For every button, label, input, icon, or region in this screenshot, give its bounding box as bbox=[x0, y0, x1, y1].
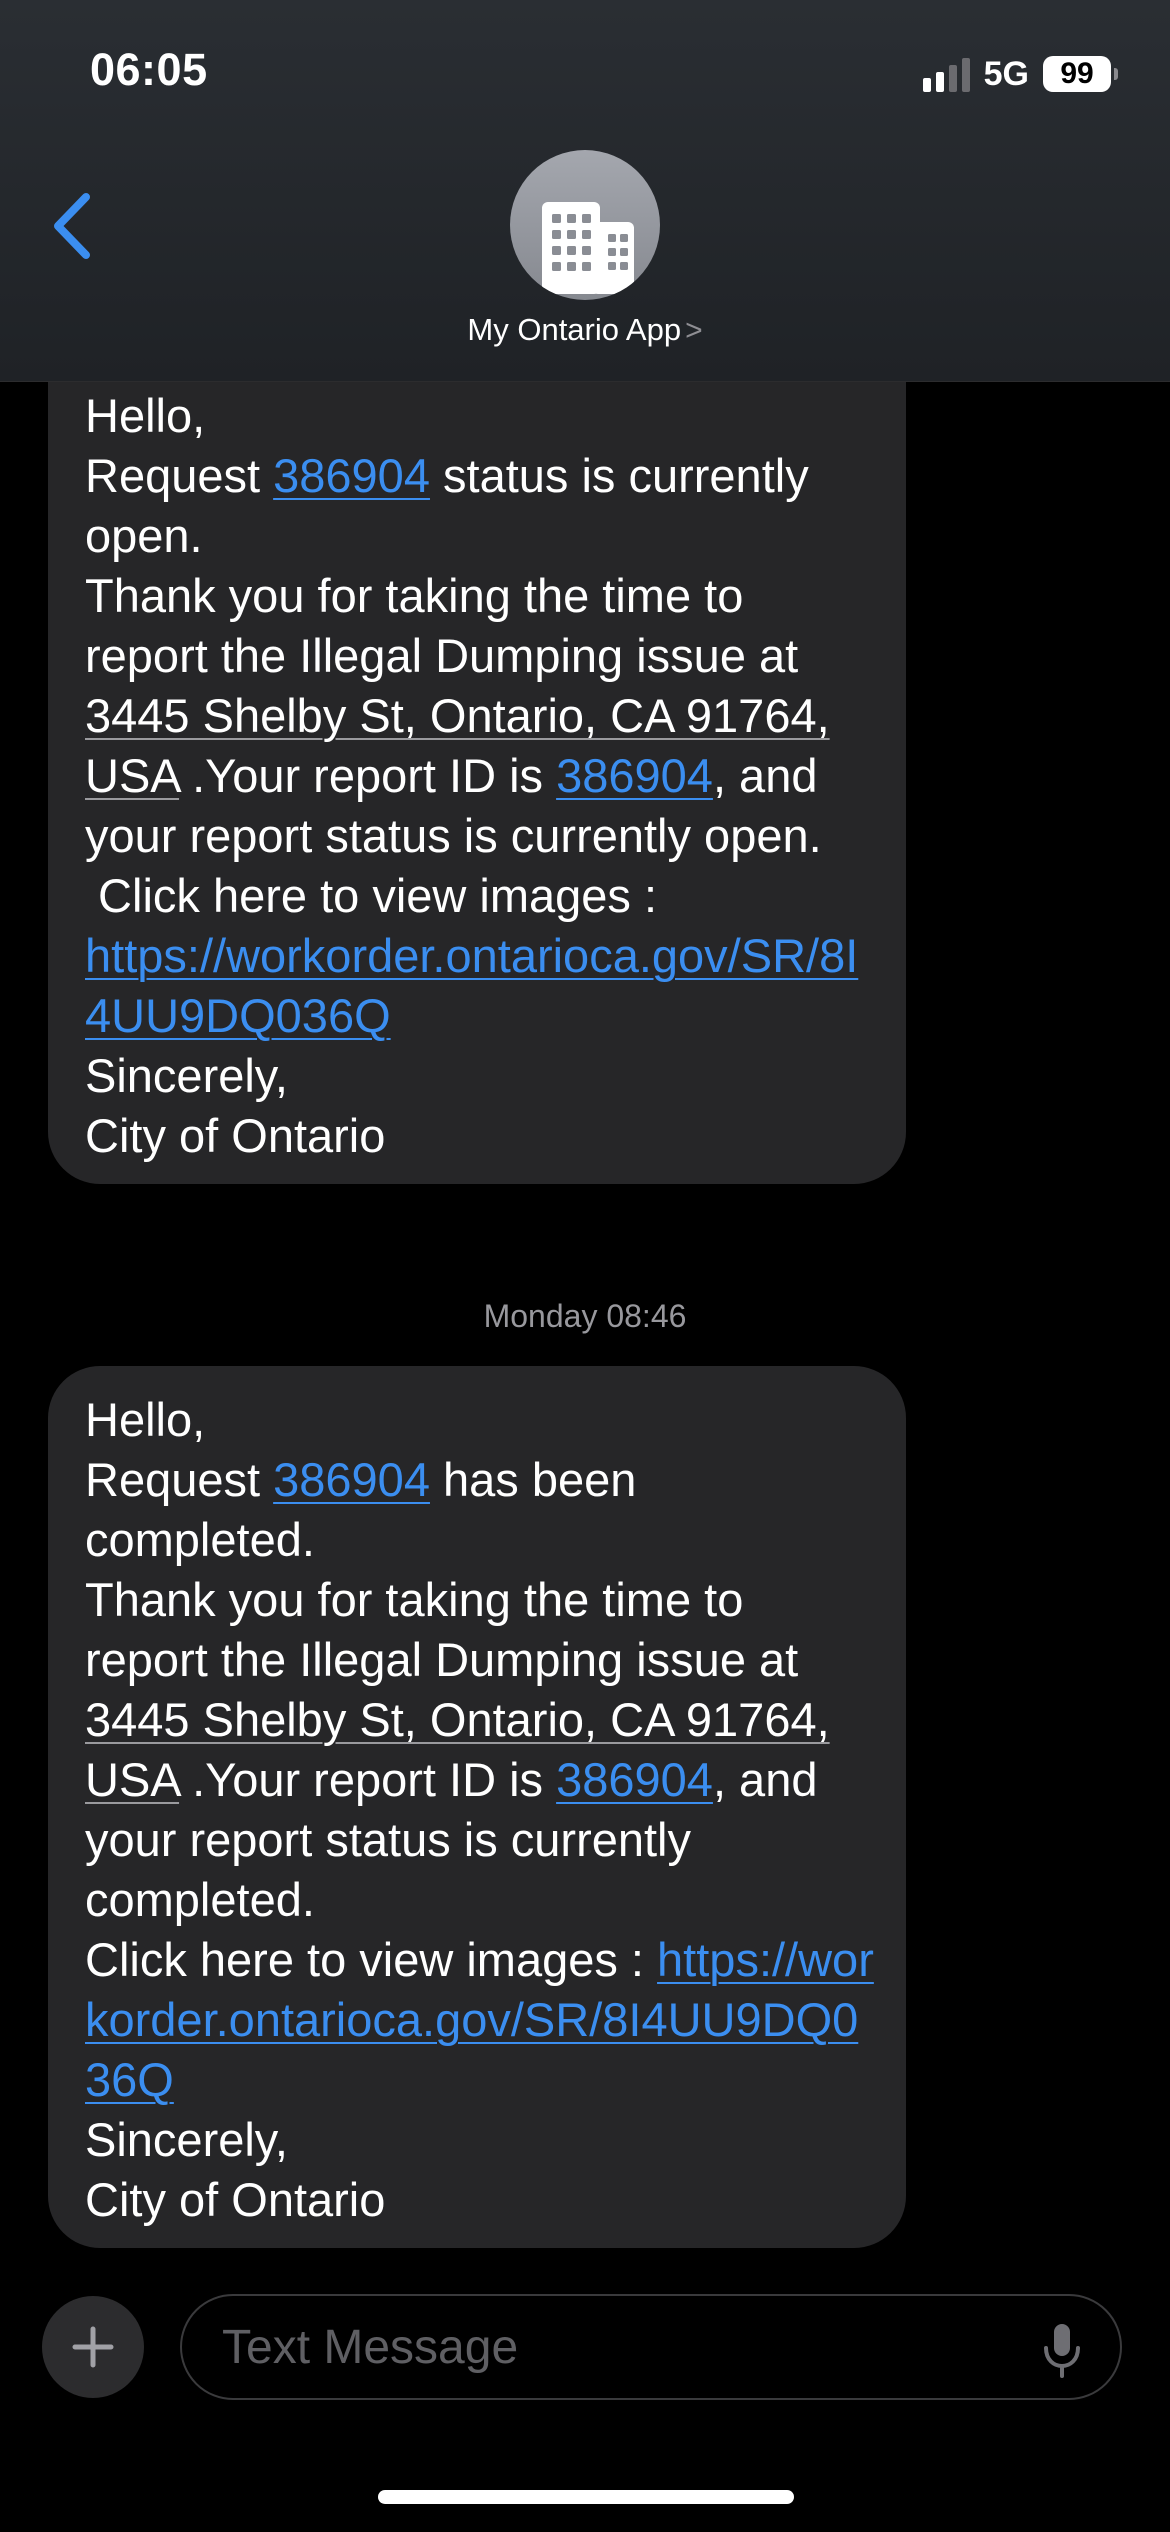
message-greeting: Hello, bbox=[85, 389, 206, 442]
request-id-link[interactable]: 386904 bbox=[273, 1453, 430, 1506]
message-greeting: Hello, bbox=[85, 1393, 206, 1446]
contact-name: My Ontario App bbox=[467, 312, 682, 347]
conversation-header: 06:05 5G 99 My Ontario App > bbox=[0, 0, 1170, 382]
add-attachment-button[interactable] bbox=[42, 2296, 144, 2398]
message-bubble[interactable]: Hello, Request 386904 status is currentl… bbox=[8, 372, 906, 1186]
message-body: Thank you for taking the time to report … bbox=[85, 569, 830, 862]
message-closing: Sincerely, bbox=[85, 2113, 288, 2166]
message-request-line: Request 386904 status is currently open. bbox=[85, 449, 809, 562]
home-indicator[interactable] bbox=[378, 2490, 794, 2504]
chevron-left-icon bbox=[54, 193, 90, 259]
network-type: 5G bbox=[983, 54, 1029, 93]
report-id-link[interactable]: 386904 bbox=[556, 1753, 713, 1806]
status-time: 06:05 bbox=[90, 44, 208, 95]
message-timestamp: Monday 08:46 bbox=[483, 1298, 687, 1334]
microphone-icon[interactable] bbox=[1042, 2322, 1082, 2378]
contact-name-button[interactable]: My Ontario App > bbox=[0, 312, 1170, 348]
cellular-signal-icon bbox=[922, 56, 970, 92]
message-closing: Sincerely, bbox=[85, 1049, 288, 1102]
back-button[interactable] bbox=[42, 186, 102, 266]
contact-avatar[interactable] bbox=[510, 150, 660, 300]
message-signature: City of Ontario bbox=[85, 2173, 386, 2226]
message-images-line: Click here to view images : https://worko… bbox=[85, 869, 859, 1042]
message-body: Thank you for taking the time to report … bbox=[85, 1573, 830, 1926]
message-bubble[interactable]: Hello, Request 386904 has been completed… bbox=[8, 1366, 906, 2250]
images-url-link[interactable]: https://workorder.ontarioca.gov/SR/8I4UU… bbox=[85, 929, 858, 1042]
message-signature: City of Ontario bbox=[85, 1109, 386, 1162]
battery-icon: 99 bbox=[1043, 56, 1118, 92]
plus-icon bbox=[72, 2326, 114, 2368]
chevron-right-icon: > bbox=[685, 314, 703, 347]
message-input[interactable] bbox=[220, 2318, 984, 2376]
status-indicators: 5G 99 bbox=[922, 52, 1118, 96]
message-images-line: Click here to view images : https://work… bbox=[85, 1933, 874, 2106]
request-id-link[interactable]: 386904 bbox=[273, 449, 430, 502]
message-composer bbox=[180, 2294, 1122, 2400]
battery-level: 99 bbox=[1043, 56, 1111, 92]
building-icon bbox=[542, 202, 634, 294]
message-request-line: Request 386904 has been completed. bbox=[85, 1453, 637, 1566]
report-id-link[interactable]: 386904 bbox=[556, 749, 713, 802]
